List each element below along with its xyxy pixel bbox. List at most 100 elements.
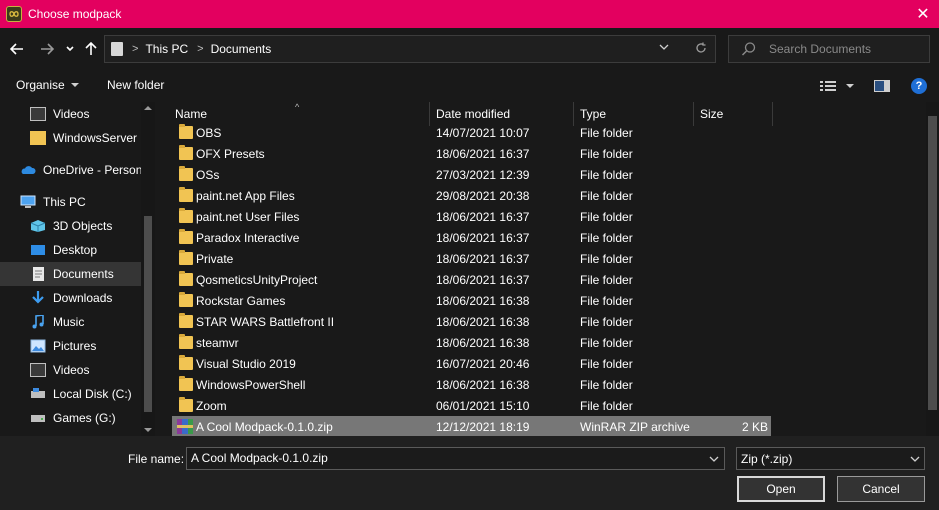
sidebar-item-label: Music xyxy=(53,315,85,329)
sidebar-item-3d-objects[interactable]: 3D Objects xyxy=(0,214,141,238)
sidebar-item-downloads[interactable]: Downloads xyxy=(0,286,141,310)
sidebar-item-onedrive[interactable]: OneDrive - Person xyxy=(0,158,141,182)
sidebar-item-pictures[interactable]: Pictures xyxy=(0,334,141,358)
preview-pane-icon[interactable] xyxy=(874,80,890,92)
scroll-up-icon[interactable] xyxy=(144,106,152,110)
sidebar-item-documents[interactable]: Documents xyxy=(0,262,141,286)
address-bar[interactable]: > This PC > Documents xyxy=(104,35,716,63)
dialog-footer: File name: A Cool Modpack-0.1.0.zip Zip … xyxy=(0,436,939,510)
file-size: 2 KB xyxy=(742,420,769,434)
new-folder-label: New folder xyxy=(107,78,165,92)
sidebar-item-label: Games (G:) xyxy=(53,411,116,425)
file-row[interactable]: OFX Presets 18/06/2021 16:37 File folder xyxy=(172,143,771,164)
file-type: File folder xyxy=(580,273,633,287)
sidebar-item-label: Videos xyxy=(53,107,90,121)
scroll-down-icon[interactable] xyxy=(144,428,152,432)
file-date: 14/07/2021 10:07 xyxy=(436,126,530,140)
file-name-label: File name: xyxy=(128,452,185,466)
sidebar-item-desktop[interactable]: Desktop xyxy=(0,238,141,262)
sidebar-item-label: Documents xyxy=(53,267,114,281)
view-dropdown-icon[interactable] xyxy=(846,84,854,88)
sidebar-item-videos-quick[interactable]: Videos xyxy=(0,102,141,126)
sidebar-item-label: 3D Objects xyxy=(53,219,113,233)
breadcrumb-this-pc[interactable]: This PC xyxy=(145,42,188,56)
file-row[interactable]: QosmeticsUnityProject 18/06/2021 16:37 F… xyxy=(172,269,771,290)
file-row[interactable]: Zoom 06/01/2021 15:10 File folder xyxy=(172,395,771,416)
new-folder-button[interactable]: New folder xyxy=(107,78,164,92)
computer-icon xyxy=(20,195,36,208)
chevron-down-icon[interactable] xyxy=(910,456,920,462)
file-row[interactable]: Rockstar Games 18/06/2021 16:38 File fol… xyxy=(172,290,771,311)
file-row[interactable]: paint.net User Files 18/06/2021 16:37 Fi… xyxy=(172,206,771,227)
chevron-down-icon xyxy=(66,46,74,52)
sidebar-scrollbar[interactable] xyxy=(141,102,155,436)
sidebar-scroll-thumb[interactable] xyxy=(144,216,152,412)
column-divider[interactable] xyxy=(772,102,773,126)
sidebar-item-music[interactable]: Music xyxy=(0,310,141,334)
file-type: File folder xyxy=(580,147,633,161)
video-icon xyxy=(30,107,46,121)
documents-icon xyxy=(33,267,44,281)
breadcrumb-documents[interactable]: Documents xyxy=(211,42,272,56)
file-name-field[interactable]: A Cool Modpack-0.1.0.zip xyxy=(186,447,725,470)
file-date: 12/12/2021 18:19 xyxy=(436,420,530,434)
navigation-pane: Videos WindowsServer OneDrive - Person T… xyxy=(0,102,155,436)
sidebar-item-local-disk[interactable]: Local Disk (C:) xyxy=(0,382,141,406)
file-row[interactable]: paint.net App Files 29/08/2021 20:38 Fil… xyxy=(172,185,771,206)
organise-button[interactable]: Organise xyxy=(16,78,79,92)
file-type: File folder xyxy=(580,126,633,140)
file-row[interactable]: STAR WARS Battlefront II 18/06/2021 16:3… xyxy=(172,311,771,332)
file-name: Paradox Interactive xyxy=(196,231,300,245)
help-icon[interactable]: ? xyxy=(911,78,927,94)
chevron-down-icon[interactable] xyxy=(709,456,719,462)
recent-locations-button[interactable] xyxy=(64,40,76,58)
cancel-button[interactable]: Cancel xyxy=(837,476,925,502)
search-box[interactable]: Search Documents xyxy=(728,35,930,63)
file-row[interactable]: WindowsPowerShell 18/06/2021 16:38 File … xyxy=(172,374,771,395)
file-row[interactable]: OSs 27/03/2021 12:39 File folder xyxy=(172,164,771,185)
file-date: 18/06/2021 16:38 xyxy=(436,315,530,329)
folder-icon xyxy=(179,124,193,139)
file-row-selected[interactable]: A Cool Modpack-0.1.0.zip 12/12/2021 18:1… xyxy=(172,416,771,436)
arrow-right-icon xyxy=(41,43,54,55)
file-date: 18/06/2021 16:37 xyxy=(436,273,530,287)
file-type: File folder xyxy=(580,210,633,224)
back-button[interactable] xyxy=(8,40,26,58)
open-button[interactable]: Open xyxy=(737,476,825,502)
close-button[interactable]: ✕ xyxy=(907,0,939,28)
drive-icon xyxy=(31,415,45,422)
search-input[interactable]: Search Documents xyxy=(769,42,871,56)
forward-button[interactable] xyxy=(38,40,56,58)
file-row[interactable]: OBS 14/07/2021 10:07 File folder xyxy=(172,122,771,143)
file-type: File folder xyxy=(580,357,633,371)
up-button[interactable] xyxy=(83,40,99,58)
file-name: OSs xyxy=(196,168,220,182)
sidebar-item-games-drive[interactable]: Games (G:) xyxy=(0,406,141,430)
sidebar-item-videos[interactable]: Videos xyxy=(0,358,141,382)
winrar-archive-icon xyxy=(177,419,193,434)
file-row[interactable]: Paradox Interactive 18/06/2021 16:37 Fil… xyxy=(172,227,771,248)
chevron-down-icon[interactable] xyxy=(659,44,669,50)
file-type-select[interactable]: Zip (*.zip) xyxy=(736,447,925,470)
sidebar-item-label: Local Disk (C:) xyxy=(53,387,132,401)
file-row[interactable]: Visual Studio 2019 16/07/2021 20:46 File… xyxy=(172,353,771,374)
file-name: steamvr xyxy=(196,336,239,350)
file-list-scrollbar[interactable] xyxy=(926,102,939,436)
search-icon xyxy=(741,42,756,56)
file-name: Visual Studio 2019 xyxy=(196,357,296,371)
file-name: Private xyxy=(196,252,234,266)
cloud-icon xyxy=(21,166,36,174)
sidebar-item-label: OneDrive - Person xyxy=(43,163,141,177)
file-row[interactable]: Private 18/06/2021 16:37 File folder xyxy=(172,248,771,269)
folder-icon xyxy=(179,208,193,223)
file-list-scroll-thumb[interactable] xyxy=(928,116,937,410)
folder-icon xyxy=(179,397,193,412)
sidebar-item-this-pc[interactable]: This PC xyxy=(0,190,141,214)
file-row[interactable]: steamvr 18/06/2021 16:38 File folder xyxy=(172,332,771,353)
file-name: QosmeticsUnityProject xyxy=(196,273,318,287)
sidebar-item-windowsserver[interactable]: WindowsServer xyxy=(0,126,141,150)
file-type: File folder xyxy=(580,168,633,182)
file-date: 18/06/2021 16:38 xyxy=(436,336,530,350)
refresh-icon[interactable] xyxy=(695,42,707,54)
view-options-icon[interactable] xyxy=(820,80,836,92)
